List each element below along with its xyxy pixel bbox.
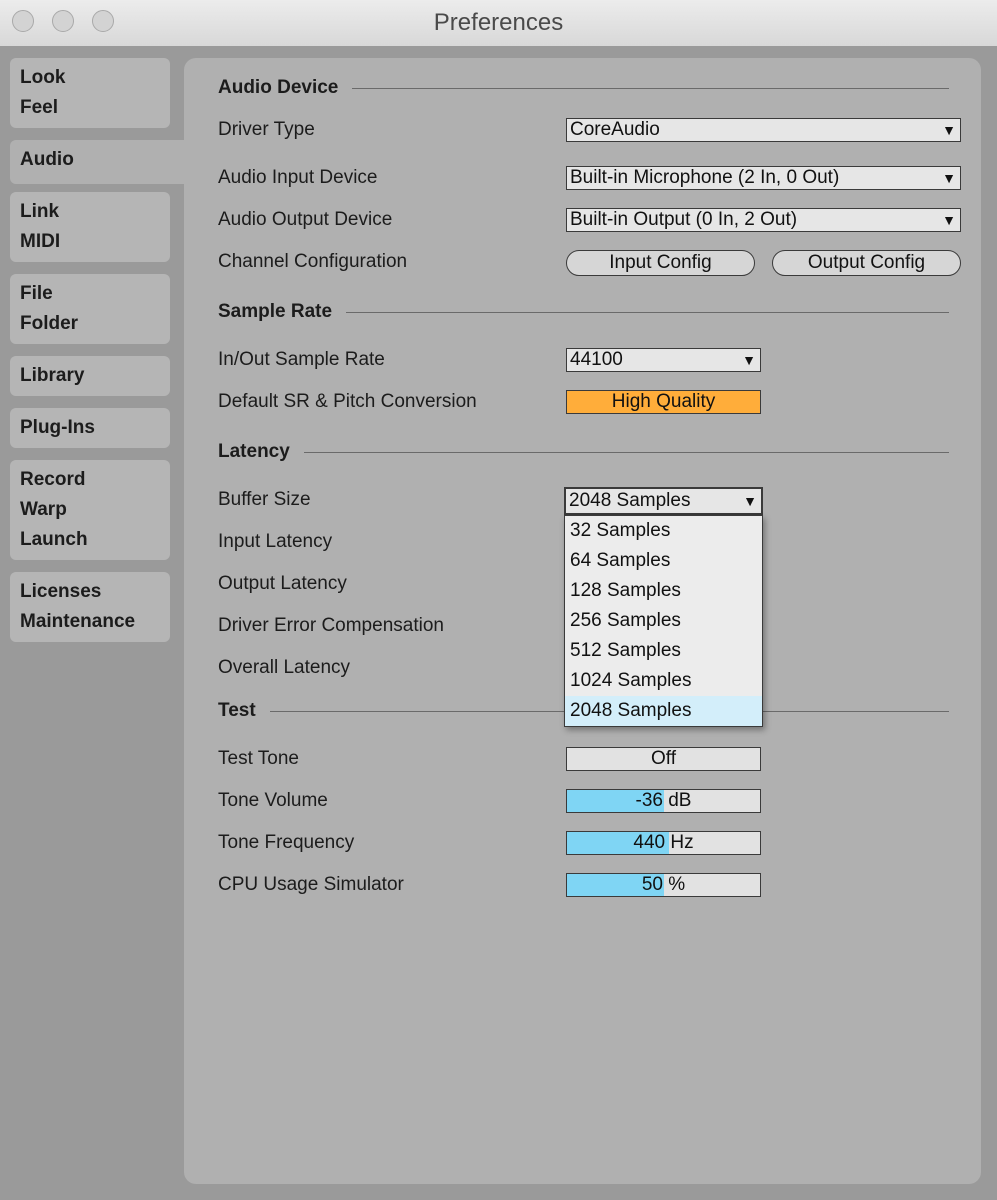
dropdown-value: 44100 bbox=[570, 349, 623, 370]
tab-label: MIDI bbox=[20, 231, 61, 252]
section-latency: Latency bbox=[218, 441, 949, 463]
tab-label: Audio bbox=[20, 149, 74, 170]
slider-value: 440 Hz bbox=[633, 832, 694, 853]
tab-link-midi[interactable]: Link MIDI bbox=[10, 192, 170, 262]
tab-label: Feel bbox=[20, 97, 59, 118]
dropdown-value: 2048 Samples bbox=[569, 490, 691, 511]
input-latency-label: Input Latency bbox=[218, 531, 333, 552]
slider-value: -36 dB bbox=[635, 790, 692, 811]
tab-label: Look bbox=[20, 67, 66, 88]
menu-item-32-samples[interactable]: 32 Samples bbox=[565, 516, 762, 546]
tab-label: Library bbox=[20, 365, 85, 386]
sample-rate-dropdown[interactable]: 44100 ▼ bbox=[566, 348, 761, 372]
section-audio-device: Audio Device bbox=[218, 77, 949, 99]
cpu-usage-simulator-label: CPU Usage Simulator bbox=[218, 874, 404, 895]
test-tone-toggle[interactable]: Off bbox=[566, 747, 761, 771]
tab-label: Plug-Ins bbox=[20, 417, 95, 438]
menu-item-2048-samples[interactable]: 2048 Samples bbox=[565, 696, 762, 726]
slider-value: 50 % bbox=[641, 874, 686, 895]
section-heading: Audio Device bbox=[218, 77, 339, 98]
section-heading: Sample Rate bbox=[218, 301, 333, 322]
menu-item-1024-samples[interactable]: 1024 Samples bbox=[565, 666, 762, 696]
tab-plug-ins[interactable]: Plug-Ins bbox=[10, 408, 170, 448]
dropdown-arrow-icon: ▼ bbox=[942, 212, 956, 228]
tab-label: Launch bbox=[20, 529, 88, 550]
driver-error-compensation-label: Driver Error Compensation bbox=[218, 615, 444, 636]
dropdown-arrow-icon: ▼ bbox=[742, 352, 756, 368]
tone-frequency-label: Tone Frequency bbox=[218, 832, 355, 853]
tab-label: Folder bbox=[20, 313, 79, 334]
menu-item-128-samples[interactable]: 128 Samples bbox=[565, 576, 762, 606]
buffer-size-menu: 32 Samples 64 Samples 128 Samples 256 Sa… bbox=[564, 515, 763, 727]
section-divider bbox=[346, 311, 949, 313]
section-heading: Test bbox=[218, 700, 256, 721]
section-divider bbox=[352, 87, 949, 89]
tab-label: Link bbox=[20, 201, 60, 222]
menu-item-256-samples[interactable]: 256 Samples bbox=[565, 606, 762, 636]
tab-look-feel[interactable]: Look Feel bbox=[10, 58, 170, 128]
dropdown-value: Built-in Output (0 In, 2 Out) bbox=[570, 209, 798, 230]
button-value: High Quality bbox=[611, 391, 716, 412]
buffer-size-label: Buffer Size bbox=[218, 489, 311, 510]
dropdown-value: CoreAudio bbox=[570, 119, 660, 140]
dropdown-arrow-icon: ▼ bbox=[942, 122, 956, 138]
dropdown-arrow-icon: ▼ bbox=[942, 170, 956, 186]
output-latency-label: Output Latency bbox=[218, 573, 347, 594]
input-config-button[interactable]: Input Config bbox=[566, 250, 755, 276]
toggle-value: Off bbox=[651, 748, 676, 769]
dropdown-arrow-icon: ▼ bbox=[743, 493, 757, 509]
menu-item-512-samples[interactable]: 512 Samples bbox=[565, 636, 762, 666]
channel-configuration-label: Channel Configuration bbox=[218, 251, 408, 272]
audio-output-device-dropdown[interactable]: Built-in Output (0 In, 2 Out) ▼ bbox=[566, 208, 961, 232]
section-sample-rate: Sample Rate bbox=[218, 301, 949, 323]
pitch-conversion-label: Default SR & Pitch Conversion bbox=[218, 391, 477, 412]
audio-output-device-label: Audio Output Device bbox=[218, 209, 393, 230]
output-config-button[interactable]: Output Config bbox=[772, 250, 961, 276]
overall-latency-label: Overall Latency bbox=[218, 657, 351, 678]
window-title: Preferences bbox=[433, 9, 564, 36]
tab-audio[interactable]: Audio bbox=[10, 140, 186, 184]
section-divider bbox=[303, 451, 949, 453]
tab-library[interactable]: Library bbox=[10, 356, 170, 396]
tone-volume-slider[interactable]: -36 dB bbox=[566, 789, 761, 813]
dropdown-value: Built-in Microphone (2 In, 0 Out) bbox=[570, 167, 840, 188]
pitch-conversion-button[interactable]: High Quality bbox=[566, 390, 761, 414]
audio-input-device-label: Audio Input Device bbox=[218, 167, 378, 188]
buffer-size-dropdown[interactable]: 2048 Samples ▼ bbox=[564, 487, 763, 515]
title-bar: Preferences bbox=[0, 0, 997, 47]
test-tone-label: Test Tone bbox=[218, 748, 299, 769]
driver-type-label: Driver Type bbox=[218, 119, 315, 140]
menu-item-64-samples[interactable]: 64 Samples bbox=[565, 546, 762, 576]
tab-file-folder[interactable]: File Folder bbox=[10, 274, 170, 344]
tab-record-warp-launch[interactable]: Record Warp Launch bbox=[10, 460, 170, 560]
tab-label: Maintenance bbox=[20, 611, 136, 632]
tab-label: File bbox=[20, 283, 53, 304]
tab-label: Warp bbox=[20, 499, 67, 520]
tab-label: Record bbox=[20, 469, 86, 490]
driver-type-dropdown[interactable]: CoreAudio ▼ bbox=[566, 118, 961, 142]
tone-volume-label: Tone Volume bbox=[218, 790, 328, 811]
tab-licenses-maintenance[interactable]: Licenses Maintenance bbox=[10, 572, 170, 642]
section-heading: Latency bbox=[218, 441, 290, 462]
tone-frequency-slider[interactable]: 440 Hz bbox=[566, 831, 761, 855]
sample-rate-label: In/Out Sample Rate bbox=[218, 349, 385, 370]
tab-label: Licenses bbox=[20, 581, 102, 602]
audio-input-device-dropdown[interactable]: Built-in Microphone (2 In, 0 Out) ▼ bbox=[566, 166, 961, 190]
cpu-usage-simulator-slider[interactable]: 50 % bbox=[566, 873, 761, 897]
